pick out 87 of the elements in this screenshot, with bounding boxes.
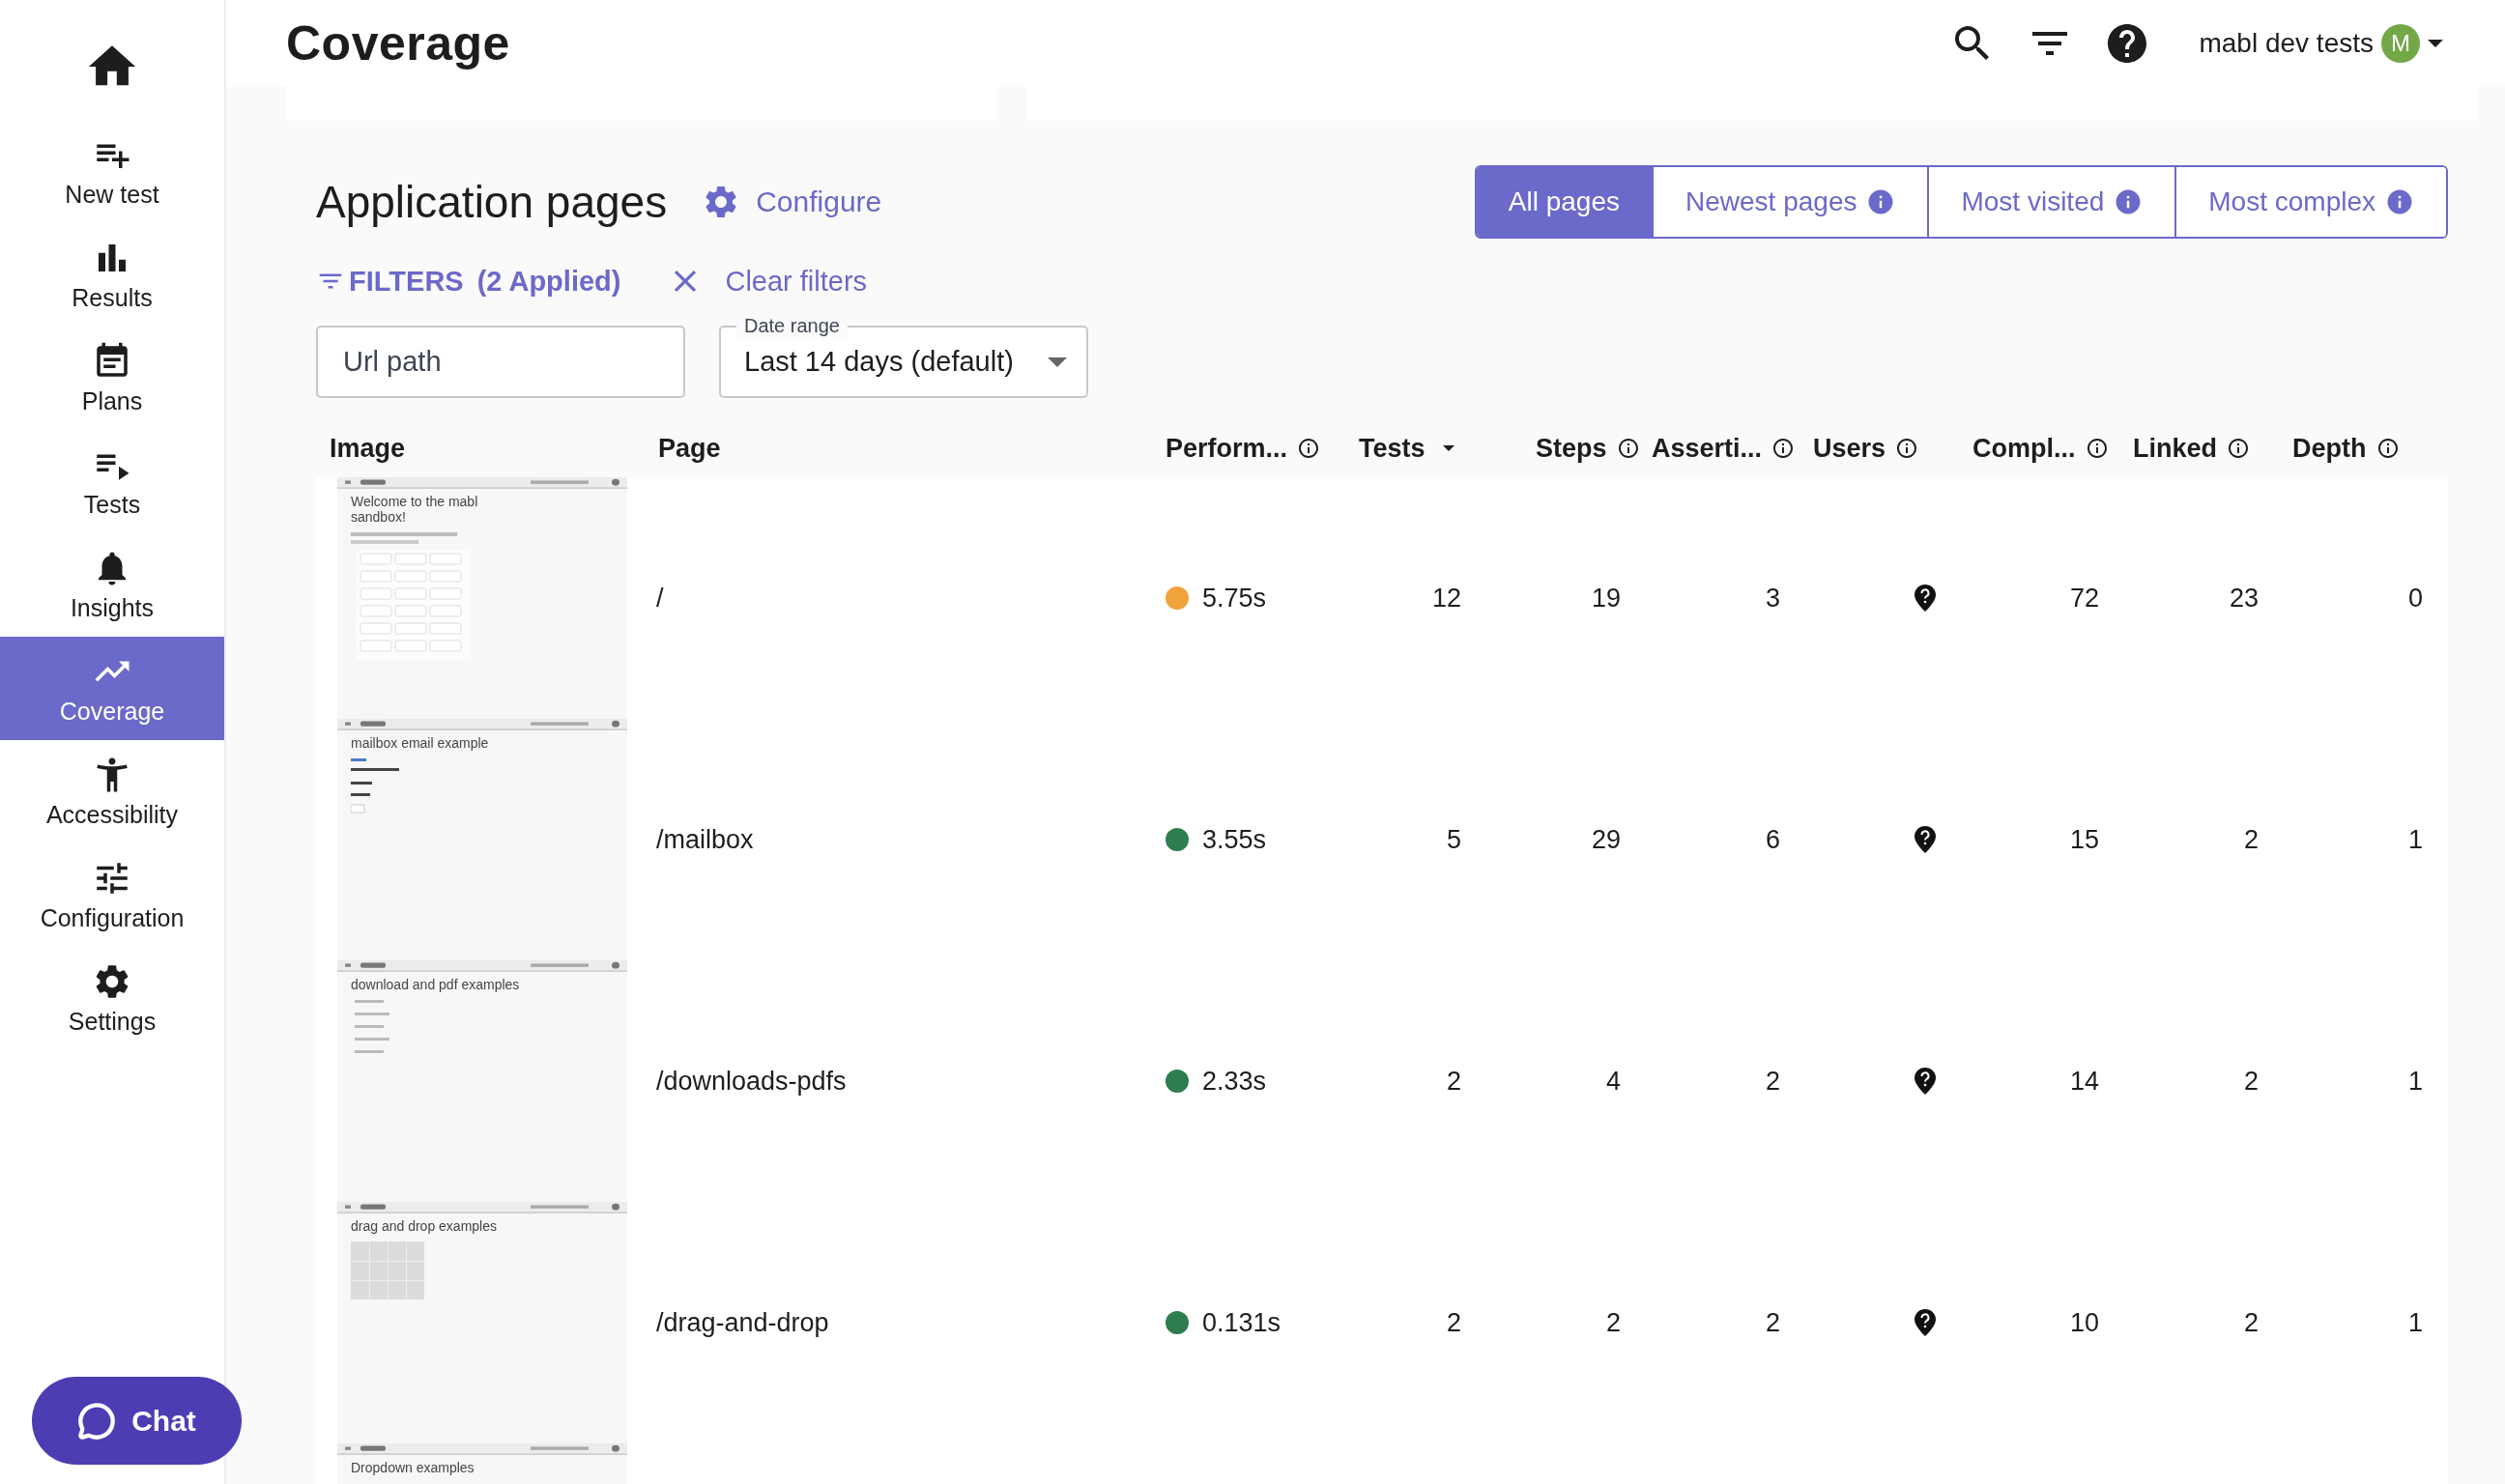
table-cell-text: 5	[1445, 824, 1462, 855]
table-cell-text: 1	[2406, 1307, 2424, 1338]
avatar: M	[2381, 24, 2420, 63]
sidebar-item[interactable]: Insights	[0, 533, 224, 637]
page-path: /	[655, 583, 665, 614]
account-menu[interactable]: mabl dev tests M	[2199, 24, 2443, 63]
account-name: mabl dev tests	[2199, 28, 2374, 59]
caret-icon	[2428, 40, 2443, 47]
column-header: Compl...	[1959, 433, 2118, 464]
column-header: Linked	[2118, 433, 2278, 464]
column-header: Perform...	[1152, 433, 1345, 464]
sidebar-label: Settings	[68, 1008, 157, 1036]
page-path: /downloads-pdfs	[655, 1066, 848, 1097]
table-cell-text: 15	[2068, 824, 2100, 855]
table-cell-text: 72	[2068, 583, 2100, 614]
chat-button[interactable]: Chat	[32, 1377, 242, 1465]
table-cell-text: 23	[2228, 583, 2260, 614]
thumbnail-heading: download and pdf examples	[351, 977, 521, 992]
sidebar-item[interactable]: Tests	[0, 430, 224, 533]
column-header: Image	[329, 433, 407, 464]
load-time: 2.33s	[1202, 1066, 1267, 1097]
thumbnail-heading: mailbox email example	[351, 735, 490, 751]
sidebar-label: Insights	[70, 594, 155, 622]
tab[interactable]: Most complex	[2174, 167, 2446, 237]
thumbnail-heading: Dropdown examples	[351, 1460, 475, 1475]
table-cell-text: 4	[1604, 1066, 1622, 1097]
table-cell-text: 3	[1764, 583, 1781, 614]
filters-button[interactable]: FILTERS (2 Applied)	[316, 265, 621, 298]
column-header: Depth	[2278, 433, 2442, 464]
sidebar-label: Accessibility	[45, 801, 179, 829]
sidebar-label: Results	[72, 284, 153, 312]
table-cell-text: 1	[2406, 1066, 2424, 1097]
location-pin-icon	[1915, 826, 1936, 853]
table-cell-text: 29	[1590, 824, 1622, 855]
table-cell-text: 2	[2242, 1066, 2260, 1097]
table-cell-text: 2	[2242, 1307, 2260, 1338]
section-title: Application pages	[316, 176, 668, 228]
table-cell-text: 2	[1445, 1307, 1462, 1338]
location-pin-icon	[1915, 1068, 1936, 1095]
column-header: Page	[657, 433, 722, 464]
sidebar-item[interactable]: Results	[0, 223, 224, 327]
sidebar-label: New test	[65, 181, 159, 209]
load-time: 0.131s	[1202, 1307, 1281, 1338]
table-cell-text: 2	[1764, 1066, 1781, 1097]
sidebar-item[interactable]: Plans	[0, 327, 224, 430]
clear-filters-button[interactable]: Clear filters	[667, 263, 868, 300]
column-header[interactable]: Tests	[1345, 433, 1481, 464]
sidebar-label: Tests	[83, 491, 141, 519]
configure-link[interactable]: Configure	[702, 183, 882, 221]
tab[interactable]: All pages	[1476, 167, 1652, 237]
table-cell-text: 6	[1764, 824, 1781, 855]
column-header: Users	[1800, 433, 1959, 464]
table-cell-text: 2	[1604, 1307, 1622, 1338]
thumbnail-heading: drag and drop examples	[351, 1218, 498, 1234]
table-cell-text: 1	[2406, 824, 2424, 855]
table-cell-text: 0	[2406, 583, 2424, 614]
url-path-field[interactable]: Url path	[316, 326, 685, 398]
sidebar-item[interactable]: Accessibility	[0, 740, 224, 843]
sidebar-item[interactable]: Configuration	[0, 843, 224, 947]
page-path: /mailbox	[655, 824, 755, 855]
sidebar-item[interactable]: Coverage	[0, 637, 224, 740]
chat-icon	[77, 1401, 117, 1441]
table-cell-text: 19	[1590, 583, 1622, 614]
column-header: Steps	[1481, 433, 1640, 464]
sidebar-label: Configuration	[40, 904, 185, 932]
sidebar-label: Coverage	[59, 698, 165, 726]
thumbnail-heading: Welcome to the mabl sandbox!	[351, 494, 479, 525]
load-time: 3.55s	[1202, 824, 1267, 855]
sidebar-item[interactable]: New test	[0, 120, 224, 223]
table-cell-text: 2	[2242, 824, 2260, 855]
caret-icon	[1048, 357, 1067, 367]
tab[interactable]: Newest pages	[1652, 167, 1928, 237]
page-title: Coverage	[286, 15, 511, 71]
sidebar-item[interactable]: Settings	[0, 947, 224, 1050]
sidebar-label: Plans	[81, 387, 143, 415]
location-pin-icon	[1915, 1309, 1936, 1336]
column-header: Asserti...	[1640, 433, 1800, 464]
table-cell-text: 14	[2068, 1066, 2100, 1097]
tab[interactable]: Most visited	[1927, 167, 2175, 237]
page-path: /drag-and-drop	[655, 1307, 830, 1338]
table-cell-text: 10	[2068, 1307, 2100, 1338]
location-pin-icon	[1915, 585, 1936, 612]
table-cell-text: 12	[1430, 583, 1462, 614]
applied-count: (2 Applied)	[476, 265, 621, 298]
table-cell-text: 2	[1764, 1307, 1781, 1338]
table-cell-text: 2	[1445, 1066, 1462, 1097]
load-time: 5.75s	[1202, 583, 1267, 614]
